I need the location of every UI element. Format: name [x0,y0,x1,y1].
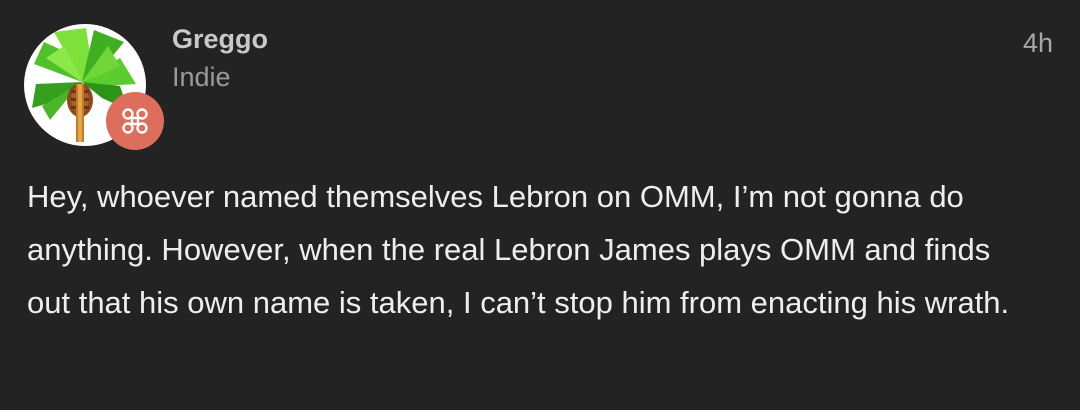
command-key-badge [106,92,164,150]
author-tag: Indie [172,62,231,92]
post-timestamp: 4h [1022,28,1053,58]
command-key-icon [122,108,148,134]
author-name[interactable]: Greggo [172,24,268,55]
post-card: Greggo Indie 4h Hey, whoever named thems… [0,0,1080,410]
post-body: Hey, whoever named themselves Lebron on … [27,179,1010,320]
